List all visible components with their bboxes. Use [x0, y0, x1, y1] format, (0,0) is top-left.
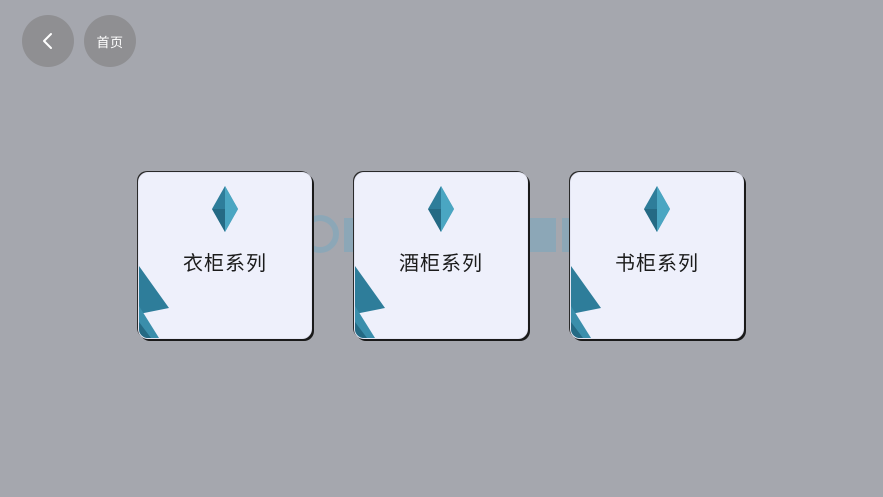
corner-decoration: [571, 266, 601, 338]
corner-decoration: [355, 266, 385, 338]
corner-decoration: [139, 266, 169, 338]
wine-cabinet-series-card[interactable]: 酒柜系列: [354, 172, 528, 339]
category-cards: 衣柜系列 酒柜系列 书柜系列: [138, 172, 744, 339]
wardrobe-series-card[interactable]: 衣柜系列: [138, 172, 312, 339]
back-button[interactable]: [22, 15, 74, 67]
diamond-gem-icon: [428, 186, 454, 232]
home-button[interactable]: 首页: [84, 15, 136, 67]
screen: 首页 衣柜系列 酒柜系列 书柜系列: [0, 0, 883, 497]
diamond-gem-icon: [644, 186, 670, 232]
bookcase-series-card[interactable]: 书柜系列: [570, 172, 744, 339]
home-button-label: 首页: [96, 35, 124, 51]
diamond-gem-icon: [212, 186, 238, 232]
chevron-left-icon: [43, 33, 52, 49]
